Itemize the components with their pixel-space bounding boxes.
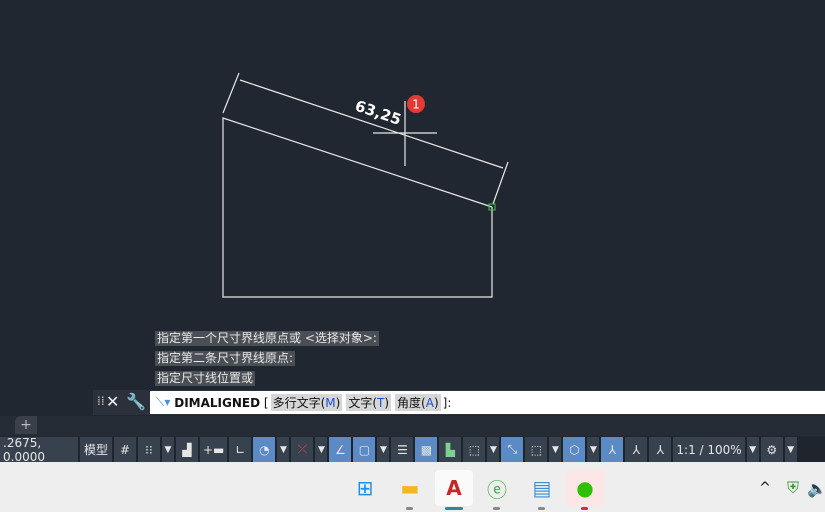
- close-icon[interactable]: ✕: [106, 392, 119, 411]
- browser-icon[interactable]: ⓔ: [478, 470, 516, 510]
- step-badge-number: 1: [412, 98, 420, 112]
- dynamic-input-icon[interactable]: +▬: [200, 437, 228, 462]
- wrench-icon[interactable]: 🔧: [126, 392, 146, 411]
- object-snap-icon[interactable]: ▢: [353, 437, 376, 462]
- option-text[interactable]: 文字(T): [346, 394, 392, 411]
- extension-line-1: [222, 72, 240, 114]
- gizmo-icon[interactable]: ⬡: [563, 437, 586, 462]
- security-shield-icon[interactable]: ⛨: [783, 470, 803, 506]
- layout-tabs: +: [0, 416, 825, 436]
- model-button[interactable]: 模型: [80, 437, 112, 462]
- dimension-line[interactable]: [239, 79, 504, 169]
- object-snap-tracking-icon[interactable]: ∠: [329, 437, 352, 462]
- chevron-down-icon[interactable]: ▼: [487, 437, 500, 462]
- annotation-scale-icon[interactable]: ⅄: [649, 437, 672, 462]
- selection-cycling-icon[interactable]: ▙: [439, 437, 462, 462]
- chevron-down-icon[interactable]: ▼: [277, 437, 290, 462]
- coordinates[interactable]: .2675, 0.0000: [0, 436, 78, 464]
- 3d-osnap-icon[interactable]: ⬚: [463, 437, 486, 462]
- notepad-icon[interactable]: ▤: [523, 470, 561, 510]
- snap-icon[interactable]: ⁝⁝: [138, 437, 160, 462]
- command-input[interactable]: ⟍▾ DIMALIGNED [ 多行文字(M) 文字(T) 角度(A) ]:: [150, 391, 825, 414]
- dimension-text: 63,25: [353, 97, 404, 129]
- bracket-end: ]:: [442, 395, 452, 410]
- add-layout-button[interactable]: +: [15, 416, 37, 434]
- infer-icon[interactable]: ▟: [176, 437, 198, 462]
- selection-filter-icon[interactable]: ⬚: [525, 437, 548, 462]
- annotation-visibility-icon[interactable]: ⅄: [601, 437, 624, 462]
- chevron-down-icon[interactable]: ▼: [587, 437, 600, 462]
- option-mtext[interactable]: 多行文字(M): [270, 394, 343, 411]
- drawing-canvas[interactable]: 63,25 1: [0, 0, 825, 416]
- speaker-icon[interactable]: 🔈: [807, 470, 825, 506]
- chevron-down-icon[interactable]: ▼: [784, 437, 797, 462]
- grid-icon[interactable]: #: [114, 437, 136, 462]
- lineweight-icon[interactable]: ☰: [391, 437, 414, 462]
- windows-start-icon[interactable]: ⊞: [346, 470, 384, 506]
- transparency-icon[interactable]: ▩: [415, 437, 438, 462]
- chevron-down-icon[interactable]: ▼: [377, 437, 390, 462]
- history-line: 指定第一个尺寸界线原点或 <选择对象>:: [155, 331, 379, 346]
- chevron-down-icon[interactable]: ▼: [746, 437, 759, 462]
- ucs-icon[interactable]: ⤡: [501, 437, 524, 462]
- chevron-down-icon[interactable]: ▼: [162, 437, 174, 462]
- grip-handle-icon[interactable]: ⁞⁞: [97, 394, 105, 408]
- chevron-down-icon[interactable]: ▼: [315, 437, 328, 462]
- chevron-down-icon[interactable]: ▼: [549, 437, 562, 462]
- history-line: 指定尺寸线位置或: [155, 371, 256, 386]
- chevron-up-icon[interactable]: ^: [755, 470, 775, 506]
- ortho-icon[interactable]: ∟: [229, 437, 252, 462]
- polar-icon[interactable]: ◔: [253, 437, 276, 462]
- extension-line-2: [492, 161, 509, 205]
- autoscale-icon[interactable]: ⅄: [625, 437, 648, 462]
- bracket: [: [263, 395, 269, 410]
- dimaligned-icon[interactable]: ⟍▾: [156, 395, 174, 410]
- command-name: DIMALIGNED: [174, 395, 261, 410]
- isodraft-icon[interactable]: ⤫: [291, 437, 314, 462]
- option-angle[interactable]: 角度(A): [395, 394, 441, 411]
- file-explorer-icon[interactable]: ▬: [391, 470, 429, 510]
- status-bar: .2675, 0.0000 模型 # ⁝⁝ ▼ ▟ +▬ ∟ ◔ ▼ ⤫ ▼ ∠…: [0, 436, 825, 464]
- wechat-icon[interactable]: ●: [566, 470, 604, 510]
- history-line: 指定第二条尺寸界线原点:: [155, 351, 296, 366]
- autocad-icon[interactable]: A: [435, 470, 473, 510]
- scale-dropdown[interactable]: 1:1 / 100%: [673, 437, 745, 462]
- polyline-shape[interactable]: [222, 117, 493, 298]
- gear-icon[interactable]: ⚙: [760, 437, 783, 462]
- taskbar: ⊞ ▬ A ⓔ ▤ ● ^ ⛨ 🔈: [0, 462, 825, 512]
